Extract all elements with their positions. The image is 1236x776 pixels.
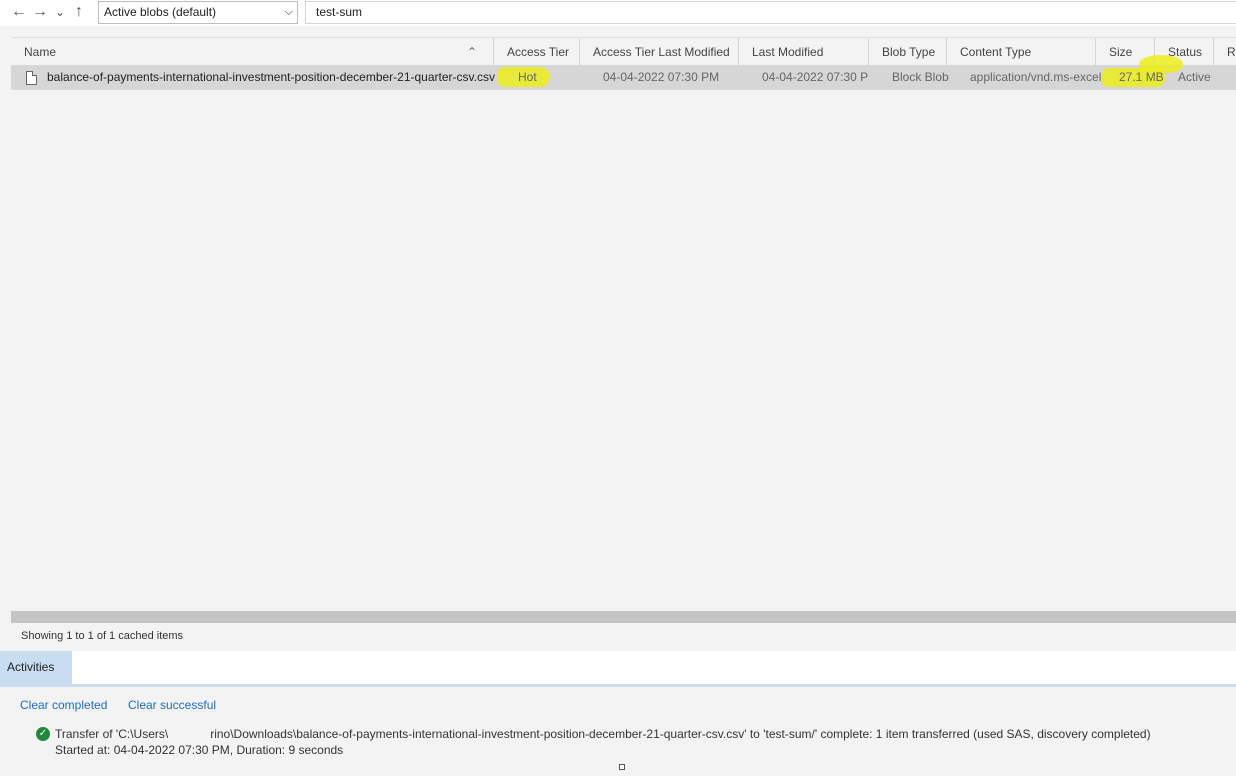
clear-completed-link[interactable]: Clear completed bbox=[20, 698, 107, 712]
address-bar[interactable]: test-sum bbox=[305, 1, 1236, 24]
chevron-down-icon[interactable]: ⌄ bbox=[51, 3, 69, 21]
dropdown-chevron-icon: ⌵ bbox=[284, 6, 293, 18]
cell-blob-type: Block Blob bbox=[892, 70, 949, 84]
activity-message-suffix: rino\Downloads\balance-of-payments-inter… bbox=[210, 727, 1151, 741]
view-filter-dropdown[interactable]: Active blobs (default) ⌵ bbox=[98, 1, 298, 24]
cell-content-type: application/vnd.ms-excel bbox=[970, 70, 1102, 84]
sort-ascending-icon[interactable]: ⌃ bbox=[467, 38, 477, 66]
address-bar-path: test-sum bbox=[316, 5, 363, 19]
cell-last-modified: 04-04-2022 07:30 PM bbox=[762, 70, 868, 84]
activity-message-prefix: Transfer of 'C:\Users\ bbox=[55, 727, 169, 741]
activity-message[interactable]: Transfer of 'C:\Users\ rino\Downloads\bal… bbox=[55, 727, 1151, 741]
activities-header: Activities bbox=[0, 651, 1236, 687]
column-header-blob-type[interactable]: Blob Type bbox=[868, 38, 946, 66]
cell-access-tier-last-modified: 04-04-2022 07:30 PM bbox=[603, 70, 720, 84]
column-header-last-modified[interactable]: Last Modified bbox=[738, 38, 868, 66]
success-check-icon: ✓ bbox=[36, 727, 50, 741]
cell-name: balance-of-payments-international-invest… bbox=[47, 70, 495, 84]
forward-arrow-icon[interactable]: → bbox=[31, 3, 49, 21]
column-header-name[interactable]: Name bbox=[11, 38, 493, 66]
cell-access-tier: Hot bbox=[518, 70, 537, 84]
up-arrow-icon[interactable]: ↑ bbox=[70, 3, 88, 21]
clear-successful-link[interactable]: Clear successful bbox=[128, 698, 216, 712]
grid-status-text: Showing 1 to 1 of 1 cached items bbox=[11, 623, 1236, 651]
column-header-content-type[interactable]: Content Type bbox=[946, 38, 1095, 66]
back-arrow-icon[interactable]: ← bbox=[10, 3, 28, 21]
table-row[interactable]: balance-of-payments-international-invest… bbox=[11, 55, 1236, 90]
view-filter-value: Active blobs (default) bbox=[104, 5, 217, 19]
toolbar: ← → ⌄ ↑ Active blobs (default) ⌵ test-su… bbox=[0, 0, 1236, 26]
column-header-access-tier-last-modified[interactable]: Access Tier Last Modified bbox=[579, 38, 738, 66]
redaction-mark bbox=[168, 729, 211, 740]
file-icon bbox=[26, 71, 37, 85]
column-header-remaining[interactable]: Re bbox=[1213, 38, 1236, 66]
activity-started-at: Started at: 04-04-2022 07:30 PM, Duratio… bbox=[55, 743, 344, 757]
horizontal-scrollbar[interactable] bbox=[11, 611, 1236, 623]
column-header-access-tier[interactable]: Access Tier bbox=[493, 38, 579, 66]
resize-handle[interactable] bbox=[619, 764, 625, 770]
cell-status: Active bbox=[1178, 70, 1211, 84]
activities-panel: Clear completed Clear successful ✓ Trans… bbox=[0, 687, 1236, 776]
blob-grid: Name ⌃ Access Tier Access Tier Last Modi… bbox=[11, 37, 1236, 611]
tab-activities[interactable]: Activities bbox=[0, 651, 72, 684]
grid-header: Name ⌃ Access Tier Access Tier Last Modi… bbox=[11, 37, 1236, 66]
cell-size: 27.1 MB bbox=[1119, 70, 1164, 84]
